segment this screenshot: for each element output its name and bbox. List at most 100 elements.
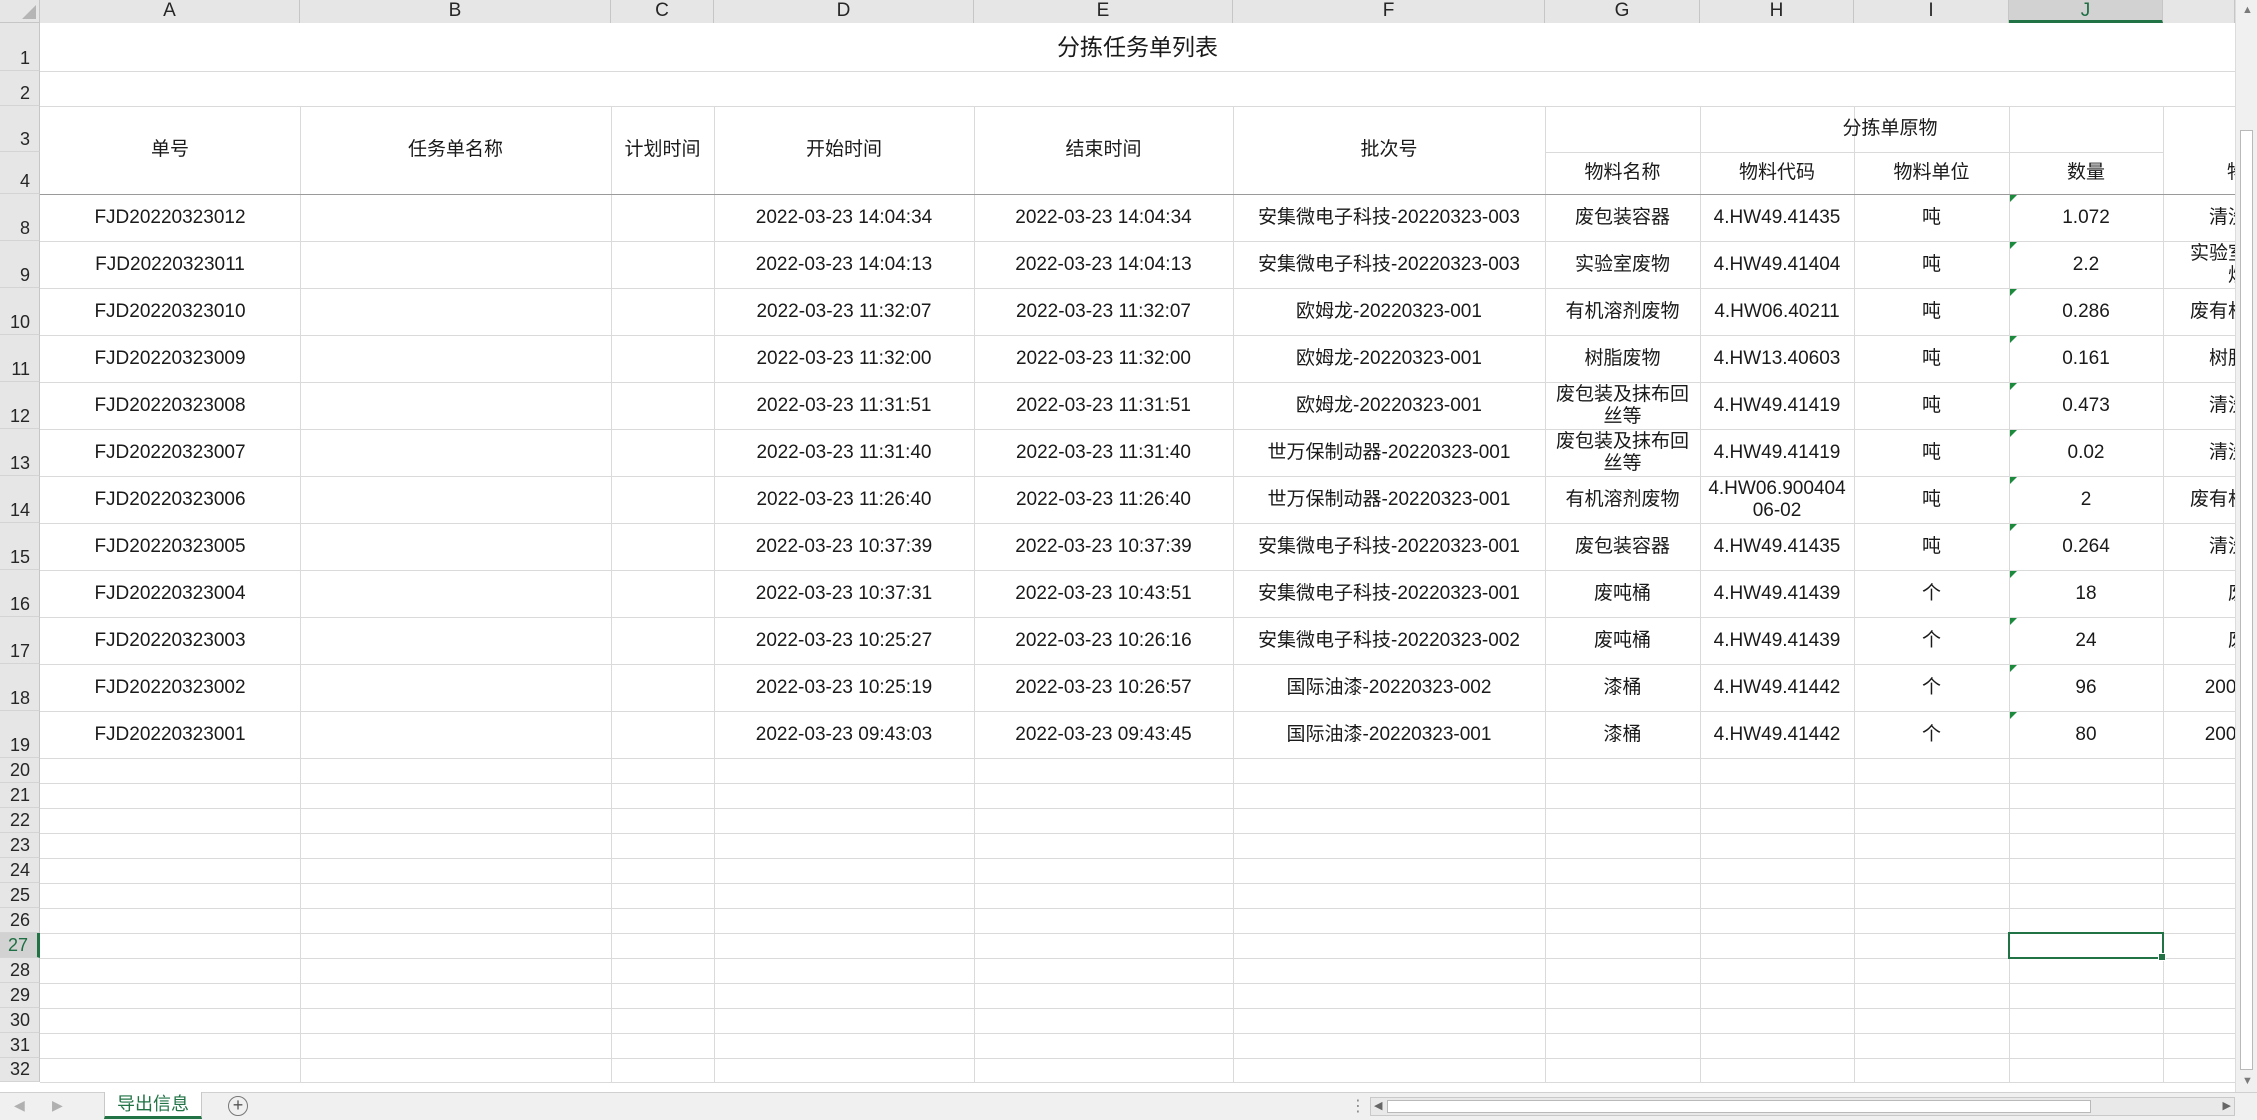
cell-qty[interactable]: 1.072 [2009, 194, 2163, 241]
cell-no[interactable]: FJD20220323006 [40, 476, 300, 523]
header-e[interactable]: 结束时间 [974, 106, 1233, 194]
cell-no[interactable]: FJD20220323010 [40, 288, 300, 335]
cell-no[interactable]: FJD20220323005 [40, 523, 300, 570]
cell-end[interactable]: 2022-03-23 11:31:51 [974, 382, 1233, 429]
cell-end[interactable]: 2022-03-23 10:37:39 [974, 523, 1233, 570]
column-header-f[interactable]: F [1233, 0, 1545, 23]
cell-unit[interactable]: 个 [1854, 664, 2009, 711]
cell-end[interactable]: 2022-03-23 11:31:40 [974, 429, 1233, 476]
cell-end[interactable]: 2022-03-23 11:26:40 [974, 476, 1233, 523]
cell-qty[interactable]: 80 [2009, 711, 2163, 758]
column-header-b[interactable]: B [300, 0, 611, 23]
cell-start[interactable]: 2022-03-23 14:04:34 [714, 194, 974, 241]
row-header-11[interactable]: 11 [0, 335, 40, 382]
column-header-d[interactable]: D [714, 0, 974, 23]
cell-qty[interactable]: 96 [2009, 664, 2163, 711]
cell-no[interactable]: FJD20220323011 [40, 241, 300, 288]
column-header-g[interactable]: G [1545, 0, 1700, 23]
cell-unit[interactable]: 吨 [1854, 429, 2009, 476]
next-sheet-icon[interactable]: ▶ [52, 1097, 63, 1114]
header-group-source[interactable]: 分拣单原物 [1545, 106, 2235, 152]
cell-start[interactable]: 2022-03-23 10:37:31 [714, 570, 974, 617]
cell-material[interactable]: 漆桶 [1545, 664, 1700, 711]
cell-code[interactable]: 4.HW49.41419 [1700, 429, 1854, 476]
cell-unit[interactable]: 个 [1854, 711, 2009, 758]
column-header-i[interactable]: I [1854, 0, 2009, 23]
cell-end[interactable]: 2022-03-23 11:32:00 [974, 335, 1233, 382]
tab-splitter-handle-icon[interactable]: ⋮ [1350, 1096, 1366, 1116]
cell-batch[interactable]: 安集微电子科技-20220323-003 [1233, 194, 1545, 241]
cell-unit[interactable]: 吨 [1854, 335, 2009, 382]
horizontal-scrollbar[interactable]: ◀ ▶ [1370, 1097, 2235, 1116]
row-header-2[interactable]: 2 [0, 71, 40, 106]
scroll-left-icon[interactable]: ◀ [1374, 1099, 1382, 1112]
cell-start[interactable]: 2022-03-23 10:25:19 [714, 664, 974, 711]
row-header-27[interactable]: 27 [0, 933, 40, 958]
cell-no[interactable]: FJD20220323003 [40, 617, 300, 664]
cell-qty[interactable]: 24 [2009, 617, 2163, 664]
cell-unit[interactable]: 吨 [1854, 476, 2009, 523]
header-j[interactable]: 数量 [2009, 152, 2163, 194]
cell-start[interactable]: 2022-03-23 10:37:39 [714, 523, 974, 570]
cell-start[interactable]: 2022-03-23 14:04:13 [714, 241, 974, 288]
cell-start[interactable]: 2022-03-23 11:26:40 [714, 476, 974, 523]
cell-code[interactable]: 4.HW49.41435 [1700, 523, 1854, 570]
cell-no[interactable]: FJD20220323004 [40, 570, 300, 617]
cell-unit[interactable]: 吨 [1854, 288, 2009, 335]
cell-qty[interactable]: 0.473 [2009, 382, 2163, 429]
row-header-4[interactable]: 4 [0, 152, 40, 194]
cell-material[interactable]: 漆桶 [1545, 711, 1700, 758]
active-cell-j27[interactable] [2008, 932, 2166, 961]
row-header-12[interactable]: 12 [0, 382, 40, 429]
cell-end[interactable]: 2022-03-23 10:26:16 [974, 617, 1233, 664]
cell-material[interactable]: 有机溶剂废物 [1545, 476, 1700, 523]
cell-start[interactable]: 2022-03-23 11:32:07 [714, 288, 974, 335]
row-header-16[interactable]: 16 [0, 570, 40, 617]
row-header-32[interactable]: 32 [0, 1058, 40, 1082]
cell-qty[interactable]: 2.2 [2009, 241, 2163, 288]
cell-code[interactable]: 4.HW13.40603 [1700, 335, 1854, 382]
cell-no[interactable]: FJD20220323007 [40, 429, 300, 476]
cell-no[interactable]: FJD20220323009 [40, 335, 300, 382]
scroll-down-icon[interactable]: ▼ [2242, 1075, 2253, 1087]
row-header-14[interactable]: 14 [0, 476, 40, 523]
row-header-23[interactable]: 23 [0, 833, 40, 858]
row-header-19[interactable]: 19 [0, 711, 40, 758]
vertical-scrollbar[interactable]: ▲ ▼ [2235, 0, 2257, 1092]
cell-code[interactable]: 4.HW49.41439 [1700, 617, 1854, 664]
cell-batch[interactable]: 国际油漆-20220323-002 [1233, 664, 1545, 711]
cell-qty[interactable]: 2 [2009, 476, 2163, 523]
cell-qty[interactable]: 18 [2009, 570, 2163, 617]
cell-material[interactable]: 废包装容器 [1545, 523, 1700, 570]
row-header-24[interactable]: 24 [0, 858, 40, 883]
cell-end[interactable]: 2022-03-23 11:32:07 [974, 288, 1233, 335]
cell-code[interactable]: 4.HW49.41442 [1700, 664, 1854, 711]
cell-unit[interactable]: 吨 [1854, 194, 2009, 241]
column-header-c[interactable]: C [611, 0, 714, 23]
row-header-3[interactable]: 3 [0, 106, 40, 152]
cell-material[interactable]: 实验室废物 [1545, 241, 1700, 288]
cell-qty[interactable]: 0.264 [2009, 523, 2163, 570]
header-g[interactable]: 物料名称 [1545, 152, 1700, 194]
cell-code[interactable]: 4.HW49.41419 [1700, 382, 1854, 429]
cell-code[interactable]: 4.HW06.40211 [1700, 288, 1854, 335]
column-header-h[interactable]: H [1700, 0, 1854, 23]
scroll-right-icon[interactable]: ▶ [2223, 1099, 2231, 1112]
select-all-corner[interactable] [0, 0, 40, 23]
cell-batch[interactable]: 欧姆龙-20220323-001 [1233, 288, 1545, 335]
cell-code[interactable]: 4.HW49.41439 [1700, 570, 1854, 617]
cell-batch[interactable]: 安集微电子科技-20220323-003 [1233, 241, 1545, 288]
row-header-21[interactable]: 21 [0, 783, 40, 808]
cell-start[interactable]: 2022-03-23 11:32:00 [714, 335, 974, 382]
cell-end[interactable]: 2022-03-23 14:04:34 [974, 194, 1233, 241]
cell-start[interactable]: 2022-03-23 11:31:40 [714, 429, 974, 476]
cell-end[interactable]: 2022-03-23 09:43:45 [974, 711, 1233, 758]
sheet-tab-export-info[interactable]: 导出信息 [104, 1092, 202, 1119]
header-c[interactable]: 计划时间 [611, 106, 714, 194]
cell-batch[interactable]: 安集微电子科技-20220323-001 [1233, 523, 1545, 570]
cell-material[interactable]: 废吨桶 [1545, 617, 1700, 664]
cell-qty[interactable]: 0.02 [2009, 429, 2163, 476]
header-i[interactable]: 物料单位 [1854, 152, 2009, 194]
cell-unit[interactable]: 个 [1854, 570, 2009, 617]
cell-end[interactable]: 2022-03-23 10:26:57 [974, 664, 1233, 711]
